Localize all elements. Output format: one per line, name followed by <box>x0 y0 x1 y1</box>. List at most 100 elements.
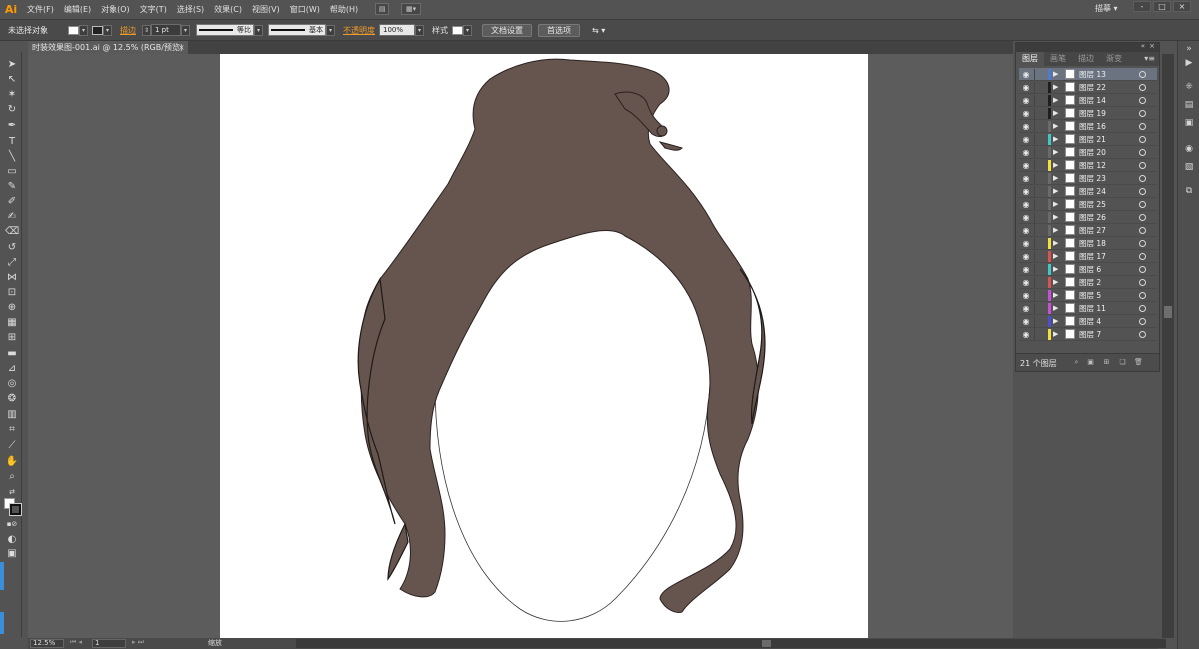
rectangle-tool-icon[interactable]: ▭ <box>5 165 19 178</box>
collapse-dock-icon[interactable]: » <box>1183 43 1195 55</box>
menu-window[interactable]: 窗口(W) <box>285 4 325 15</box>
menu-edit[interactable]: 编辑(E) <box>59 4 96 15</box>
target-circle-icon[interactable] <box>1139 292 1146 299</box>
visibility-eye-icon[interactable]: ◉ <box>1021 304 1031 313</box>
target-circle-icon[interactable] <box>1139 305 1146 312</box>
pencil-tool-icon[interactable]: ✐ <box>5 195 19 208</box>
artboard[interactable] <box>220 54 868 638</box>
workspace-switcher[interactable]: 描摹 ▾ <box>1095 3 1118 14</box>
stroke-color-box[interactable] <box>9 503 22 516</box>
collapse-panel-icon[interactable]: « <box>1141 42 1145 50</box>
lock-toggle[interactable] <box>1034 82 1044 93</box>
layer-name[interactable]: 图层 24 <box>1079 185 1106 198</box>
visibility-eye-icon[interactable]: ◉ <box>1021 239 1031 248</box>
layer-name[interactable]: 图层 20 <box>1079 146 1106 159</box>
layer-row[interactable]: ◉ ▶ 图层 18 <box>1019 237 1157 250</box>
maximize-button[interactable]: □ <box>1153 1 1171 12</box>
layer-row[interactable]: ◉ ▶ 图层 24 <box>1019 185 1157 198</box>
graphic-styles-panel-icon[interactable]: ▧ <box>1183 161 1195 173</box>
visibility-eye-icon[interactable]: ◉ <box>1021 122 1031 131</box>
tab-stroke[interactable]: 描边 <box>1072 52 1100 66</box>
type-tool-icon[interactable]: T <box>5 135 19 148</box>
expand-triangle-icon[interactable]: ▶ <box>1053 264 1058 275</box>
lock-toggle[interactable] <box>1034 69 1044 80</box>
layer-name[interactable]: 图层 4 <box>1079 315 1101 328</box>
target-circle-icon[interactable] <box>1139 149 1146 156</box>
target-circle-icon[interactable] <box>1139 162 1146 169</box>
layer-row[interactable]: ◉ ▶ 图层 13 <box>1019 68 1157 81</box>
fill-swatch[interactable] <box>68 25 79 35</box>
visibility-eye-icon[interactable]: ◉ <box>1021 83 1031 92</box>
arrange-documents-button[interactable]: ▦▾ <box>401 3 422 15</box>
layer-row[interactable]: ◉ ▶ 图层 20 <box>1019 146 1157 159</box>
vertical-scroll-thumb[interactable] <box>1164 306 1172 318</box>
expand-triangle-icon[interactable]: ▶ <box>1053 277 1058 288</box>
preferences-button[interactable]: 首选项 <box>538 23 580 37</box>
expand-triangle-icon[interactable]: ▶ <box>1053 108 1058 119</box>
brush-definition[interactable]: 基本 <box>268 24 326 36</box>
layer-row[interactable]: ◉ ▶ 图层 14 <box>1019 94 1157 107</box>
visibility-eye-icon[interactable]: ◉ <box>1021 96 1031 105</box>
target-circle-icon[interactable] <box>1139 97 1146 104</box>
menu-file[interactable]: 文件(F) <box>22 4 59 15</box>
lock-toggle[interactable] <box>1034 290 1044 301</box>
stroke-label[interactable]: 描边 <box>120 25 136 36</box>
expand-triangle-icon[interactable]: ▶ <box>1053 173 1058 184</box>
expand-triangle-icon[interactable]: ▶ <box>1053 303 1058 314</box>
target-circle-icon[interactable] <box>1139 136 1146 143</box>
stroke-dropdown[interactable]: ▾ <box>103 24 112 36</box>
document-tab[interactable]: 时装效果图-001.ai @ 12.5% (RGB/预览) <box>28 41 188 54</box>
artboard-tool-icon[interactable]: ⌗ <box>5 423 19 436</box>
lock-toggle[interactable] <box>1034 186 1044 197</box>
graphic-style-dropdown[interactable]: ▾ <box>463 24 472 36</box>
layer-row[interactable]: ◉ ▶ 图层 5 <box>1019 289 1157 302</box>
mesh-tool-icon[interactable]: ⊞ <box>5 331 19 344</box>
layer-row[interactable]: ◉ ▶ 图层 26 <box>1019 211 1157 224</box>
zoom-level-field[interactable]: 12.5% <box>30 639 64 648</box>
layer-row[interactable]: ◉ ▶ 图层 4 <box>1019 315 1157 328</box>
target-circle-icon[interactable] <box>1139 227 1146 234</box>
variable-width-profile[interactable]: 等比 <box>196 24 254 36</box>
lock-toggle[interactable] <box>1034 95 1044 106</box>
visibility-eye-icon[interactable]: ◉ <box>1021 252 1031 261</box>
layer-name[interactable]: 图层 18 <box>1079 237 1106 250</box>
document-setup-button[interactable]: 文档设置 <box>482 23 532 37</box>
line-tool-icon[interactable]: ╲ <box>5 150 19 163</box>
visibility-eye-icon[interactable]: ◉ <box>1021 200 1031 209</box>
visibility-eye-icon[interactable]: ◉ <box>1021 187 1031 196</box>
rotate-tool-icon[interactable]: ↺ <box>5 241 19 254</box>
expand-triangle-icon[interactable]: ▶ <box>1053 316 1058 327</box>
lock-toggle[interactable] <box>1034 121 1044 132</box>
target-circle-icon[interactable] <box>1139 253 1146 260</box>
lock-toggle[interactable] <box>1034 160 1044 171</box>
pathfinder-panel-icon[interactable]: ▣ <box>1183 117 1195 129</box>
tab-brushes[interactable]: 画笔 <box>1044 52 1072 66</box>
expand-triangle-icon[interactable]: ▶ <box>1053 82 1058 93</box>
expand-triangle-icon[interactable]: ▶ <box>1053 147 1058 158</box>
panel-titlebar[interactable]: « × <box>1016 42 1159 52</box>
perspective-grid-tool-icon[interactable]: ▦ <box>5 316 19 329</box>
lock-toggle[interactable] <box>1034 212 1044 223</box>
layer-row[interactable]: ◉ ▶ 图层 2 <box>1019 276 1157 289</box>
stroke-weight-dropdown[interactable]: ▾ <box>181 24 190 36</box>
lasso-tool-icon[interactable]: ↻ <box>5 103 19 116</box>
menu-select[interactable]: 选择(S) <box>172 4 209 15</box>
vertical-scrollbar[interactable] <box>1162 54 1174 638</box>
layer-name[interactable]: 图层 22 <box>1079 81 1106 94</box>
scale-tool-icon[interactable]: ⤢ <box>5 256 19 269</box>
menu-view[interactable]: 视图(V) <box>247 4 285 15</box>
first-artboard-icon[interactable]: ⏮ ◂ <box>70 638 82 647</box>
expand-triangle-icon[interactable]: ▶ <box>1053 329 1058 340</box>
target-circle-icon[interactable] <box>1139 279 1146 286</box>
layer-name[interactable]: 图层 23 <box>1079 172 1106 185</box>
layer-row[interactable]: ◉ ▶ 图层 11 <box>1019 302 1157 315</box>
hand-tool-icon[interactable]: ✋ <box>5 455 19 468</box>
artboards-panel-icon[interactable]: ⧉ <box>1183 185 1195 197</box>
layer-name[interactable]: 图层 12 <box>1079 159 1106 172</box>
menu-object[interactable]: 对象(O) <box>96 4 135 15</box>
visibility-eye-icon[interactable]: ◉ <box>1021 70 1031 79</box>
delete-layer-icon[interactable]: 🗑 <box>1134 358 1143 367</box>
layer-row[interactable]: ◉ ▶ 图层 23 <box>1019 172 1157 185</box>
shape-builder-tool-icon[interactable]: ⊕ <box>5 301 19 314</box>
brush-dropdown[interactable]: ▾ <box>326 24 335 36</box>
